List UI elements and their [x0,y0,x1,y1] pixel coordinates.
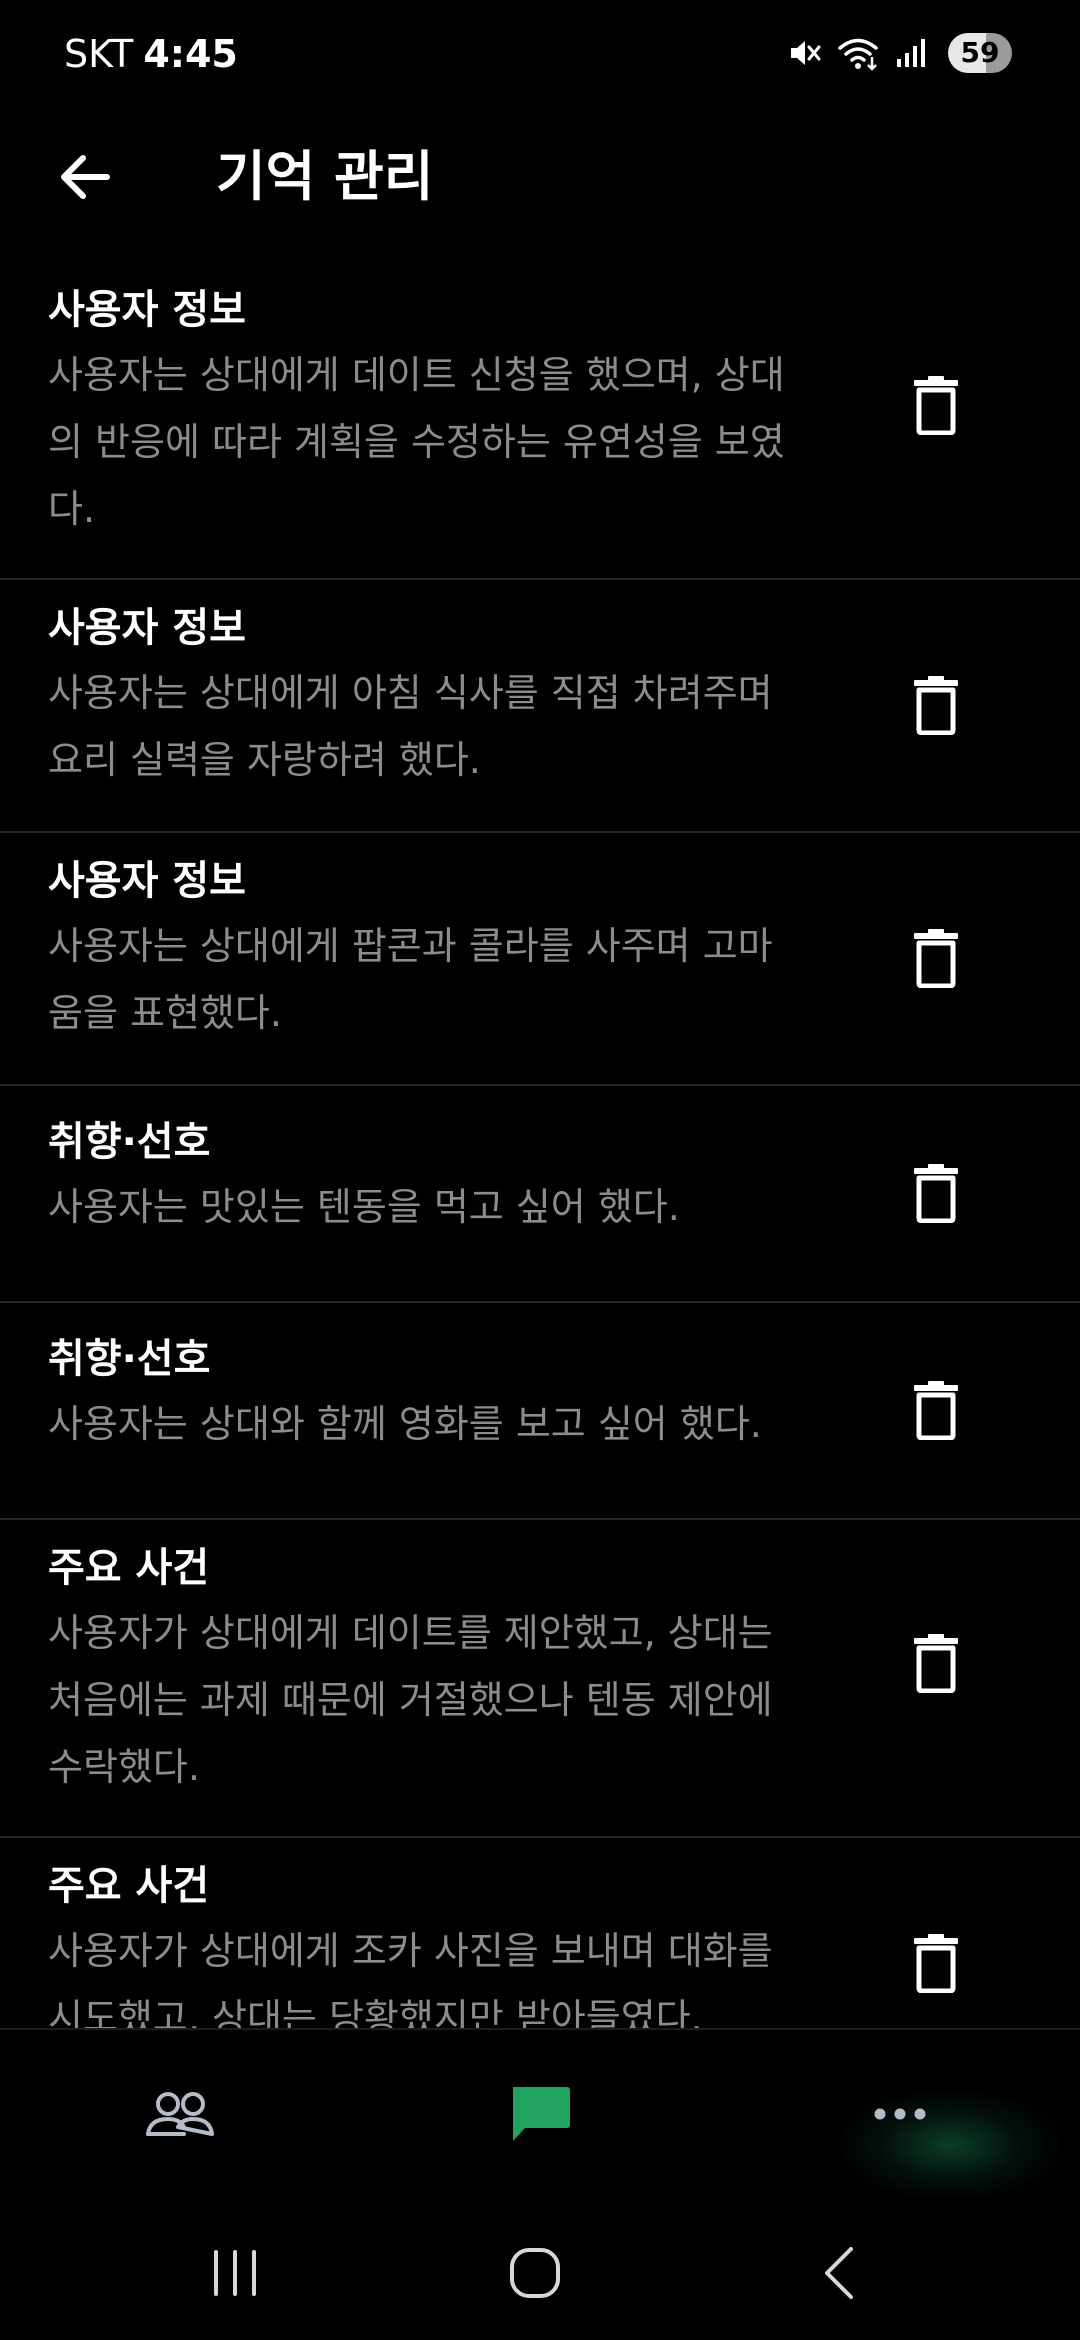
trash-icon [912,675,960,739]
memory-description-line: 의 반응에 따라 계획을 수정하는 유연성을 보였 [48,420,785,464]
system-navigation-bar [0,2200,1080,2340]
delete-memory-button[interactable] [888,1147,984,1243]
recent-apps-icon [210,2248,260,2302]
clock-time: 4:45 [143,32,238,76]
memory-item: 사용자 정보사용자는 상대에게 팝콘과 콜라를 사주며 고마움을 표현했다. [0,833,1080,1086]
mute-icon [786,35,822,71]
memory-description-line: 사용자는 맛있는 텐동을 먹고 싶어 했다. [48,1185,680,1229]
delete-memory-button[interactable] [888,912,984,1008]
memory-description: 사용자는 상대에게 팝콘과 콜라를 사주며 고마움을 표현했다. [48,913,818,1047]
status-icons: 59 [786,30,1012,76]
memory-category: 사용자 정보 [48,287,246,333]
memory-description: 사용자가 상대에게 조카 사진을 보내며 대화를시도했고, 상대는 당황했지만 … [48,1918,818,2028]
memory-item: 취향·선호사용자는 상대와 함께 영화를 보고 싶어 했다. [0,1303,1080,1520]
system-back-button[interactable] [784,2230,894,2320]
carrier-label: SKT [64,32,134,76]
memory-item: 사용자 정보사용자는 상대에게 아침 식사를 직접 차려주며요리 실력을 자랑하… [0,580,1080,833]
status-left: SKT 4:45 [64,28,238,80]
memory-category: 취향·선호 [48,1336,211,1382]
memory-description: 사용자는 상대와 함께 영화를 보고 싶어 했다. [48,1391,818,1458]
memory-description-line: 요리 실력을 자랑하려 했다. [48,738,481,782]
memory-list[interactable]: 사용자 정보 사용자는 상대에게 데이트 신청을 했으며, 상대 의 반응에 따라 … [0,262,1080,2028]
memory-category: 주요 사건 [48,1545,210,1591]
memory-description: 사용자는 상대에게 데이트 신청을 했으며, 상대의 반응에 따라 계획을 수정… [48,342,818,543]
delete-memory-button[interactable] [888,1617,984,1713]
arrow-left-icon [55,147,115,211]
trash-icon [912,1633,960,1697]
bottom-navigation [0,2028,1080,2200]
memory-description-line: 사용자는 상대에게 아침 식사를 직접 차려주며 [48,671,773,715]
memory-description-line: 사용자는 상대에게 팝콘과 콜라를 사주며 고마 [48,924,773,968]
app-bar: 기억 관리 [0,110,1080,260]
memory-description: 사용자는 맛있는 텐동을 먹고 싶어 했다. [48,1174,818,1241]
memory-category: 사용자 정보 [48,858,246,904]
delete-memory-button[interactable] [888,659,984,755]
memory-description-line: 처음에는 과제 때문에 거절했으나 텐동 제안에 [48,1678,773,1722]
memory-description-line: 사용자는 상대와 함께 영화를 보고 싶어 했다. [48,1402,762,1446]
memory-description-line: 사용자가 상대에게 조카 사진을 보내며 대화를 [48,1929,773,1973]
delete-memory-button[interactable] [888,1917,984,2013]
memory-category: 사용자 정보 [48,605,246,651]
memory-description-line: 다. [48,487,96,531]
home-icon [507,2245,563,2305]
trash-icon [912,1933,960,1997]
signal-icon [894,35,928,71]
memory-item: 취향·선호사용자는 맛있는 텐동을 먹고 싶어 했다. [0,1086,1080,1303]
memory-description-line: 사용자는 상대에게 데이트 신청을 했으며, 상대 [48,353,785,397]
memory-description: 사용자는 상대에게 아침 식사를 직접 차려주며요리 실력을 자랑하려 했다. [48,660,818,794]
memory-description-line: 수락했다. [48,1745,200,1789]
nav-tab-more[interactable] [840,2066,960,2166]
trash-icon [912,928,960,992]
memory-description-line: 사용자가 상대에게 데이트를 제안했고, 상대는 [48,1611,773,1655]
home-button[interactable] [480,2230,590,2320]
memory-description: 사용자가 상대에게 데이트를 제안했고, 상대는처음에는 과제 때문에 거절했으… [48,1600,818,1801]
nav-tab-chats[interactable] [480,2066,600,2166]
people-icon [144,2089,216,2143]
delete-memory-button[interactable] [888,359,984,455]
chat-bubble-icon [507,2083,573,2149]
back-button[interactable] [40,134,130,224]
recent-apps-button[interactable] [180,2230,290,2320]
memory-item: 사용자 정보사용자는 상대에게 데이트 신청을 했으며, 상대의 반응에 따라 … [0,262,1080,580]
more-dots-icon [872,2104,928,2128]
memory-category: 취향·선호 [48,1119,211,1165]
memory-item: 주요 사건사용자가 상대에게 조카 사진을 보내며 대화를시도했고, 상대는 당… [0,1838,1080,2028]
wifi-icon [836,35,880,71]
memory-description-line: 움을 표현했다. [48,991,282,1035]
memory-description-line: 시도했고, 상대는 당황했지만 받아들였다. [48,1996,703,2028]
battery-level: 59 [948,33,1012,73]
system-back-icon [817,2245,861,2305]
trash-icon [912,375,960,439]
memory-management-screen: SKT 4:45 59 기억 관리 사용자 정보 사용자는 상대에게 데이트 신… [0,0,1080,2340]
delete-memory-button[interactable] [888,1364,984,1460]
page-title: 기억 관리 [216,145,434,208]
status-bar: SKT 4:45 59 [0,0,1080,110]
nav-tab-friends[interactable] [120,2066,240,2166]
trash-icon [912,1380,960,1444]
memory-item: 주요 사건사용자가 상대에게 데이트를 제안했고, 상대는처음에는 과제 때문에… [0,1520,1080,1838]
trash-icon [912,1163,960,1227]
memory-category: 주요 사건 [48,1863,210,1909]
